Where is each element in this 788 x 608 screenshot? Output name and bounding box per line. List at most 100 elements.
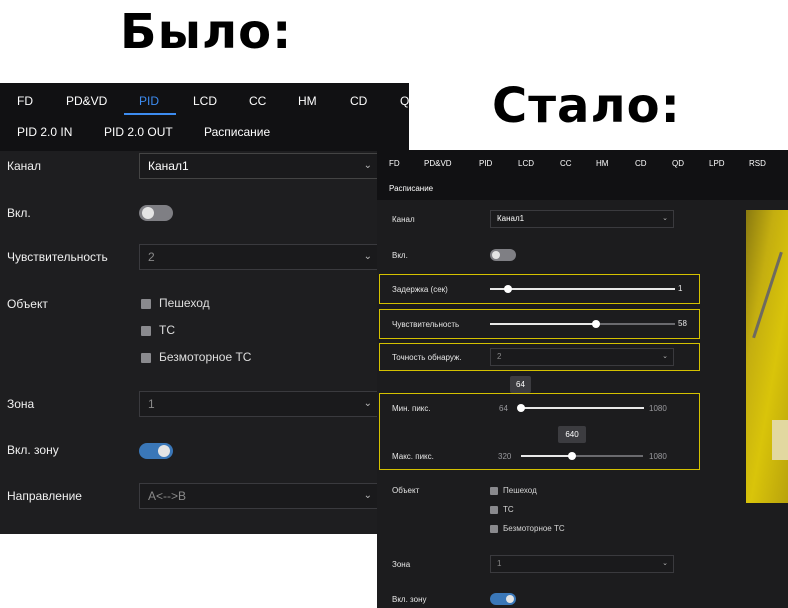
accuracy-select[interactable]: 2 ⌄ <box>490 348 674 366</box>
max-pixels-slider-fill <box>521 455 572 457</box>
tab-pid[interactable]: PID <box>479 159 492 168</box>
delay-value: 1 <box>678 284 683 293</box>
min-pixels-min: 64 <box>499 404 508 413</box>
channel-select[interactable]: Канал1 ⌄ <box>490 210 674 228</box>
subtab-pid-in[interactable]: PID 2.0 IN <box>17 125 72 139</box>
min-pixels-label: Мин. пикс. <box>392 404 431 413</box>
tab-lpd[interactable]: LPD <box>709 159 725 168</box>
zone-enable-toggle[interactable] <box>490 593 516 605</box>
tab-hm[interactable]: HM <box>298 94 317 108</box>
zone-enable-toggle[interactable] <box>139 443 173 459</box>
accuracy-label: Точность обнаруж. <box>392 353 462 362</box>
max-pixels-slider-thumb[interactable] <box>568 452 576 460</box>
non-motor-label: Безмоторное ТС <box>503 524 565 533</box>
channel-value: Канал1 <box>497 214 525 223</box>
min-pixels-max: 1080 <box>649 404 667 413</box>
chevron-down-icon: ⌄ <box>363 251 372 262</box>
non-motor-checkbox[interactable] <box>490 525 498 533</box>
tab-pdvd[interactable]: PD&VD <box>66 94 107 108</box>
direction-value: A<-->B <box>148 489 187 503</box>
before-panel: FD PD&VD PID LCD CC HM CD Q PID 2.0 IN P… <box>0 83 409 534</box>
active-tab-indicator <box>124 113 176 115</box>
chevron-down-icon: ⌄ <box>363 490 372 501</box>
channel-select[interactable]: Канал1 ⌄ <box>139 153 379 179</box>
enable-label: Вкл. <box>392 251 408 260</box>
direction-select[interactable]: A<-->B ⌄ <box>139 483 379 509</box>
tab-schedule[interactable]: Расписание <box>389 184 433 193</box>
zone-value: 1 <box>497 559 502 568</box>
non-motor-label: Безмоторное ТС <box>159 350 252 364</box>
enable-toggle[interactable] <box>139 205 173 221</box>
enable-label: Вкл. <box>7 206 31 220</box>
top-navigation: FD PD&VD PID LCD CC HM CD Q PID 2.0 IN P… <box>0 83 409 151</box>
non-motor-checkbox[interactable] <box>141 353 151 363</box>
tab-cc[interactable]: CC <box>249 94 266 108</box>
enable-toggle[interactable] <box>490 249 516 261</box>
camera-preview <box>746 210 788 503</box>
min-pixels-tooltip: 64 <box>510 376 531 393</box>
sensitivity-slider-thumb[interactable] <box>592 320 600 328</box>
pedestrian-label: Пешеход <box>159 296 210 310</box>
accuracy-value: 2 <box>497 352 502 361</box>
zone-select[interactable]: 1 ⌄ <box>490 555 674 573</box>
tab-q[interactable]: Q <box>400 94 409 108</box>
max-pixels-tooltip: 640 <box>558 426 586 443</box>
tab-rsd[interactable]: RSD <box>749 159 766 168</box>
pedestrian-label: Пешеход <box>503 486 537 495</box>
vehicle-label: ТС <box>159 323 175 337</box>
tab-cd[interactable]: CD <box>635 159 647 168</box>
before-heading: Было: <box>120 4 293 60</box>
object-label: Объект <box>392 486 420 495</box>
tab-lcd[interactable]: LCD <box>193 94 217 108</box>
after-panel: FD PD&VD PID LCD CC HM CD QD LPD RSD Рас… <box>377 150 788 608</box>
min-pixels-slider-thumb[interactable] <box>517 404 525 412</box>
channel-label: Канал <box>392 215 415 224</box>
after-heading: Стало: <box>492 78 681 134</box>
zone-label: Зона <box>7 397 35 411</box>
vehicle-label: ТС <box>503 505 514 514</box>
pedestrian-checkbox[interactable] <box>490 487 498 495</box>
delay-slider-track[interactable] <box>490 288 675 290</box>
max-pixels-max: 1080 <box>649 452 667 461</box>
tab-cc[interactable]: CC <box>560 159 572 168</box>
top-navigation: FD PD&VD PID LCD CC HM CD QD LPD RSD Рас… <box>377 150 788 200</box>
tab-hm[interactable]: HM <box>596 159 608 168</box>
tab-cd[interactable]: CD <box>350 94 367 108</box>
sensitivity-label: Чувствительность <box>7 250 108 264</box>
chevron-down-icon: ⌄ <box>363 398 372 409</box>
vehicle-checkbox[interactable] <box>141 326 151 336</box>
tab-pid[interactable]: PID <box>139 94 159 108</box>
max-pixels-label: Макс. пикс. <box>392 452 434 461</box>
chevron-down-icon: ⌄ <box>662 353 668 360</box>
tab-fd[interactable]: FD <box>389 159 400 168</box>
sensitivity-value: 2 <box>148 250 155 264</box>
object-label: Объект <box>7 297 48 311</box>
delay-slider-thumb[interactable] <box>504 285 512 293</box>
zone-enable-label: Вкл. зону <box>7 443 59 457</box>
tab-pdvd[interactable]: PD&VD <box>424 159 452 168</box>
channel-value: Канал1 <box>148 159 189 173</box>
zone-select[interactable]: 1 ⌄ <box>139 391 379 417</box>
max-pixels-min: 320 <box>498 452 512 461</box>
zone-value: 1 <box>148 397 155 411</box>
subtab-pid-out[interactable]: PID 2.0 OUT <box>104 125 173 139</box>
sensitivity-value: 58 <box>678 319 687 328</box>
vehicle-checkbox[interactable] <box>490 506 498 514</box>
channel-label: Канал <box>7 159 41 173</box>
subtab-schedule[interactable]: Расписание <box>204 125 270 139</box>
chevron-down-icon: ⌄ <box>363 160 372 171</box>
chevron-down-icon: ⌄ <box>662 560 668 567</box>
chevron-down-icon: ⌄ <box>662 215 668 222</box>
zone-label: Зона <box>392 560 411 569</box>
sensitivity-label: Чувствительность <box>392 320 460 329</box>
delay-label: Задержка (сек) <box>392 285 448 294</box>
tab-fd[interactable]: FD <box>17 94 33 108</box>
min-pixels-slider-track[interactable] <box>520 407 644 409</box>
tab-qd[interactable]: QD <box>672 159 684 168</box>
zone-enable-label: Вкл. зону <box>392 595 427 604</box>
tab-lcd[interactable]: LCD <box>518 159 534 168</box>
sensitivity-slider-fill <box>490 323 597 325</box>
sensitivity-select[interactable]: 2 ⌄ <box>139 244 379 270</box>
pedestrian-checkbox[interactable] <box>141 299 151 309</box>
direction-label: Направление <box>7 489 82 503</box>
